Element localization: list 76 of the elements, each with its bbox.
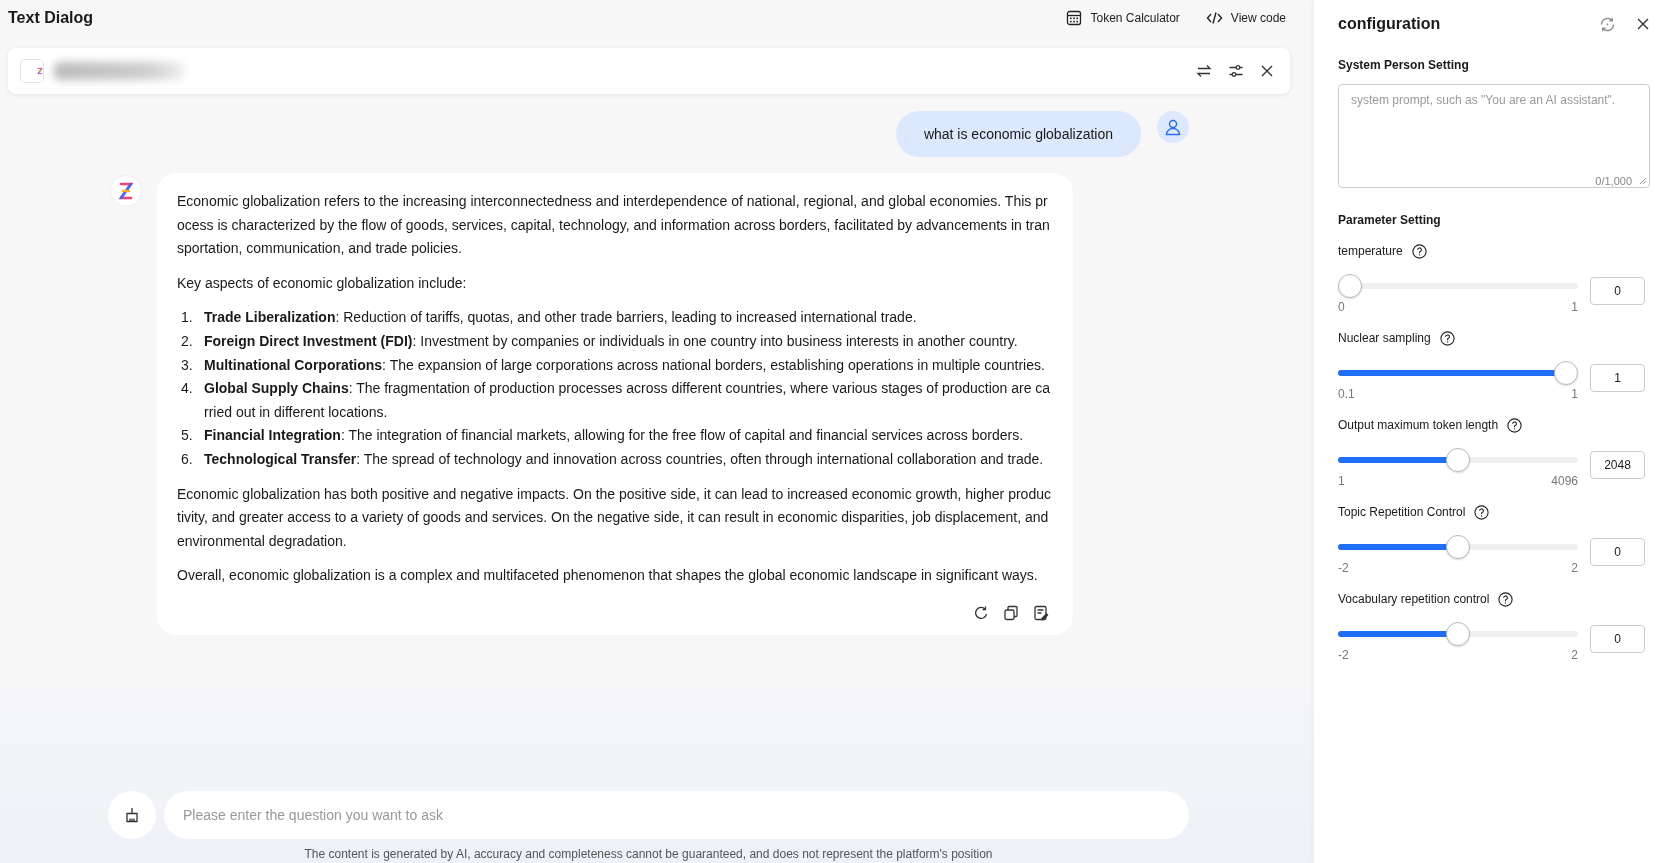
message-paragraph: Economic globalization refers to the increasing interconnectedness and interdependence of national, regional, and global economies. This process is characterized by the flow of goods, services, capital, technology, and information across borders, facilitated by advancements in transportation, communication, and trade policies. (177, 192, 1051, 259)
view-code-button[interactable]: View code (1205, 11, 1286, 25)
copy-icon[interactable] (1003, 604, 1019, 621)
slider-max-label: 2 (1571, 648, 1578, 662)
list-number: 1. (180, 308, 194, 328)
slider-max-label: 4096 (1551, 474, 1578, 488)
logo-icon (118, 182, 134, 200)
slider-min-label: 0 (1338, 300, 1345, 314)
slider[interactable] (1338, 447, 1578, 473)
disclaimer: The content is generated by AI, accuracy and completeness cannot be guaranteed, and does not represent the platform's position (303, 847, 994, 861)
panel-title: configuration (1338, 15, 1442, 33)
help-icon[interactable] (1507, 417, 1523, 433)
list-number: 5. (180, 426, 194, 446)
question-input[interactable]: Please enter the question you want to ask (164, 791, 1189, 839)
value-field[interactable]: 0 (1590, 624, 1645, 653)
list-item-text: Financial Integration: The integration of financial markets, allowing for the free flow of capital and financial services across borders. (204, 426, 1024, 446)
list-item-text: Trade Liberalization: Reduction of tariffs, quotas, and other trade barriers, leading to increased international trade. (204, 308, 917, 328)
section-heading: Parameter Setting (1338, 213, 1442, 227)
parameter-label: Vocabulary repetition control (1338, 592, 1490, 606)
settings-icon[interactable] (1228, 63, 1244, 79)
slider-min-label: -2 (1338, 648, 1349, 662)
list-item-text: Global Supply Chains: The fragmentation of production processes across different countries, where various stages of production are carried out in different locations. (204, 379, 1052, 422)
slider-thumb[interactable] (1554, 361, 1578, 385)
character-counter: 0/1,000 (1595, 175, 1632, 187)
slider[interactable] (1338, 360, 1578, 386)
slider-thumb[interactable] (1446, 622, 1470, 646)
message-paragraph: Key aspects of economic globalization include: (177, 273, 468, 293)
slider-thumb[interactable] (1446, 535, 1470, 559)
slider[interactable] (1338, 621, 1578, 647)
slider-max-label: 1 (1571, 387, 1578, 401)
value-field[interactable]: 1 (1590, 363, 1645, 392)
slider-max-label: 1 (1571, 300, 1578, 314)
regenerate-icon[interactable] (973, 604, 989, 621)
list-item-text: Multinational Corporations: The expansion of large corporations across national borders, establishing operations in multiple countries. (204, 355, 1045, 375)
reset-icon[interactable] (1599, 15, 1616, 33)
value-field[interactable]: 0 (1590, 276, 1645, 305)
user-message: what is economic globalization (895, 111, 1141, 157)
slider-min-label: 0.1 (1338, 387, 1355, 401)
parameter-label: Output maximum token length (1338, 418, 1499, 432)
parameter-label: temperature (1338, 244, 1403, 258)
list-item-text: Technological Transfer: The spread of technology and innovation across countries, often through international collaboration and trade. (204, 449, 1044, 469)
help-icon[interactable] (1474, 504, 1490, 520)
list-number: 3. (180, 355, 194, 375)
section-heading: System Person Setting (1338, 58, 1470, 72)
swap-icon[interactable] (1196, 63, 1212, 79)
list-item-text: Foreign Direct Investment (FDI): Investment by companies or individuals in one country into business interests in another country. (204, 331, 1018, 351)
slider-thumb[interactable] (1338, 274, 1362, 298)
broom-icon (124, 807, 140, 823)
code-icon (1205, 11, 1223, 25)
help-icon[interactable] (1498, 591, 1514, 607)
page-title: Text Dialog (8, 9, 95, 27)
parameter-label: Topic Repetition Control (1338, 505, 1466, 519)
value-field[interactable]: 0 (1590, 537, 1645, 566)
list-number: 2. (180, 331, 194, 351)
slider-min-label: 1 (1338, 474, 1345, 488)
message-paragraph: Overall, economic globalization is a complex and multifaceted phenomenon that shapes the global economic landscape in significant ways. (177, 566, 1039, 586)
list-number: 4. (180, 379, 194, 399)
list-number: 6. (180, 449, 194, 469)
value-field[interactable]: 2048 (1590, 450, 1645, 479)
close-icon[interactable] (1636, 17, 1650, 31)
message-paragraph: Economic globalization has both positive and negative impacts. On the positive side, it can lead to increased economic growth, higher productivity, and greater access to a variety of goods and services. On the negative side, it can result in economic disparities, job displacement, and environmental degradation. (177, 484, 1052, 551)
slider-min-label: -2 (1338, 561, 1349, 575)
slider-thumb[interactable] (1446, 448, 1470, 472)
parameter-label: Nuclear sampling (1338, 331, 1431, 345)
calculator-icon (1066, 10, 1083, 26)
token-calculator-button[interactable]: Token Calculator (1066, 10, 1180, 26)
help-icon[interactable] (1411, 243, 1427, 259)
help-icon[interactable] (1439, 330, 1455, 346)
slider[interactable] (1338, 273, 1578, 299)
clear-button[interactable] (108, 791, 156, 839)
close-icon[interactable] (1260, 64, 1274, 78)
note-edit-icon[interactable] (1033, 604, 1049, 621)
resize-handle-icon[interactable] (1639, 177, 1647, 185)
slider-max-label: 2 (1571, 561, 1578, 575)
slider[interactable] (1338, 534, 1578, 560)
user-icon (1164, 118, 1182, 136)
